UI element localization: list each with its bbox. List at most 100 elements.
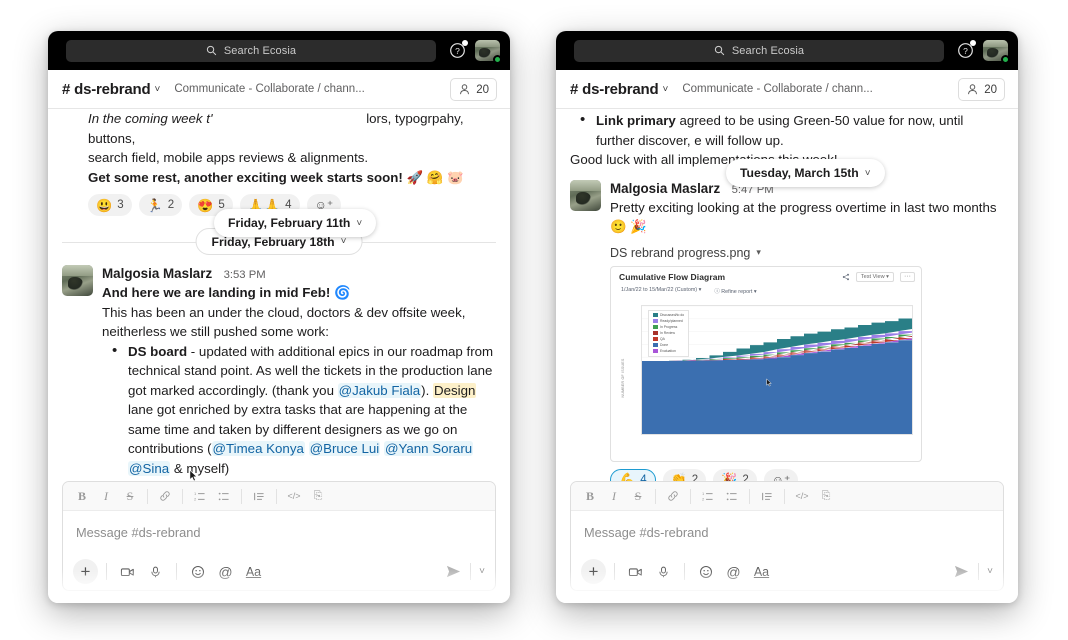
send-group: ˅ [445, 563, 485, 580]
mention-bruce-lui[interactable]: @Bruce Lui [308, 441, 381, 456]
ordered-list-button[interactable]: 12 [189, 486, 211, 507]
italic-button[interactable]: I [95, 486, 117, 507]
reaction-runner[interactable]: 🏃 2 [138, 194, 183, 216]
reaction-muscle[interactable]: 💪 4 [610, 468, 656, 481]
search-input[interactable]: Search Ecosia [66, 39, 436, 62]
highlight-design: Design [432, 382, 477, 398]
video-button[interactable] [623, 559, 648, 584]
help-circle-icon[interactable]: ? [957, 40, 976, 59]
channel-topic[interactable]: Communicate - Collaborate / chann... [682, 83, 872, 95]
mention-yann-soraru[interactable]: @Yann Soraru [383, 441, 474, 456]
blockquote-button[interactable] [756, 486, 778, 507]
add-reaction-button[interactable]: ☺⁺ [763, 468, 799, 481]
bold-button[interactable]: B [71, 486, 93, 507]
share-icon[interactable] [842, 273, 850, 281]
chart-date-filter[interactable]: 1/Jan/22 to 15/Mar/22 (Custom) ▾ [621, 287, 701, 295]
avatar[interactable] [62, 265, 93, 296]
message-headline: And here we are landing in mid Feb! 🌀 [102, 283, 496, 303]
user-avatar[interactable] [983, 40, 1010, 64]
message-pane-left[interactable]: In the coming week t' lors, typogrpahy, … [48, 109, 510, 481]
user-avatar[interactable] [475, 40, 502, 64]
file-attachment-name[interactable]: DS rebrand progress.png ▾ [610, 246, 1004, 260]
chevron-down-icon: ˅ [356, 217, 363, 229]
message-paragraph: This has been an under the cloud, doctor… [102, 304, 466, 340]
chevron-down-icon[interactable]: ˅ [154, 84, 160, 95]
composer-actions: + @ Aa ˅ [63, 553, 495, 590]
mention-jakub-fiala[interactable]: @Jakub Fiala [337, 382, 422, 398]
ordered-list-button[interactable]: 12 [697, 486, 719, 507]
emoji-button[interactable] [693, 559, 718, 584]
send-icon[interactable] [445, 564, 462, 579]
reaction-party[interactable]: 🎉 2 [713, 468, 757, 481]
code-block-button[interactable]: ⎘ [307, 486, 329, 507]
video-button[interactable] [115, 559, 140, 584]
blockquote-button[interactable] [248, 486, 270, 507]
chart-attachment-card[interactable]: Cumulative Flow Diagram Test View ▾ ··· … [610, 265, 922, 462]
chevron-down-icon[interactable]: ▾ [756, 247, 761, 258]
channel-name[interactable]: # ds-rebrand [570, 81, 659, 98]
formatting-button[interactable]: Aa [749, 559, 774, 584]
message-text-body: Pretty exciting looking at the progress … [610, 199, 997, 215]
message-pane-right[interactable]: Link primary agreed to be using Green-50… [556, 109, 1018, 481]
attach-plus-button[interactable]: + [581, 559, 606, 584]
send-icon[interactable] [953, 564, 970, 579]
toolbar-divider [241, 488, 242, 504]
message-author[interactable]: Malgosia Maslarz [102, 266, 212, 281]
bold-button[interactable]: B [579, 486, 601, 507]
strikethrough-button[interactable]: S [119, 486, 141, 507]
send-options-chevron-down-icon[interactable]: ˅ [987, 566, 993, 577]
code-block-button[interactable]: ⎘ [815, 486, 837, 507]
members-count-badge[interactable]: 20 [958, 78, 1005, 101]
link-button[interactable] [662, 486, 684, 507]
code-button[interactable]: </> [791, 486, 813, 507]
chart-refine-report[interactable]: ⓘ Refine report ▾ [714, 287, 756, 295]
chart-more-menu[interactable]: ··· [900, 271, 915, 282]
avatar[interactable] [570, 179, 601, 211]
send-options-chevron-down-icon[interactable]: ˅ [479, 566, 485, 577]
reaction-count: 2 [691, 473, 699, 482]
mention-timea-konya[interactable]: @Timea Konya [211, 441, 305, 456]
emoji-button[interactable] [185, 559, 210, 584]
message-author[interactable]: Malgosia Maslarz [610, 181, 720, 196]
chart-plot-area: Discussed/to do Ready/planned In Progress I… [641, 304, 913, 435]
message-composer[interactable]: B I S 12 </> ⎘ Message #ds-rebrand + @ A… [62, 481, 496, 591]
composer-wrap-right: B I S 12 </> ⎘ Message #ds-rebrand + @ A… [556, 481, 1018, 591]
top-bar-right-actions: ? [449, 31, 502, 70]
message-input[interactable]: Message #ds-rebrand [571, 511, 1003, 553]
message-input[interactable]: Message #ds-rebrand [63, 511, 495, 553]
sticky-date-pill-right[interactable]: Tuesday, March 15th ˅ [726, 159, 885, 187]
channel-name[interactable]: # ds-rebrand [62, 81, 151, 98]
attach-plus-button[interactable]: + [73, 559, 98, 584]
mention-button[interactable]: @ [213, 559, 238, 584]
notification-dot [970, 40, 976, 46]
sticky-date-pill-left[interactable]: Friday, February 11th ˅ [214, 209, 377, 237]
reaction-smile[interactable]: 😃 3 [88, 194, 132, 216]
strikethrough-button[interactable]: S [627, 486, 649, 507]
mention-sina[interactable]: @Sina [128, 460, 171, 476]
action-divider [614, 563, 615, 580]
chart-view-selector[interactable]: Test View ▾ [855, 271, 894, 282]
members-count-badge[interactable]: 20 [450, 78, 497, 101]
link-button[interactable] [154, 486, 176, 507]
bulleted-list-button[interactable] [213, 486, 235, 507]
chevron-down-icon[interactable]: ˅ [662, 84, 668, 95]
bulleted-list-button[interactable] [721, 486, 743, 507]
italic-button[interactable]: I [603, 486, 625, 507]
send-divider [470, 563, 472, 580]
audio-button[interactable] [143, 559, 168, 584]
message-bullet-list: DS board - updated with additional epics… [102, 341, 496, 481]
prev-message-line2: search field, mobile apps reviews & alig… [88, 150, 369, 165]
code-button[interactable]: </> [283, 486, 305, 507]
channel-topic[interactable]: Communicate - Collaborate / chann... [174, 83, 364, 95]
cumulative-flow-chart: NUMBER OF ISSUES Discussed/to do Ready/pl… [619, 303, 915, 453]
message-composer[interactable]: B I S 12 </> ⎘ Message #ds-rebrand + @ A… [570, 481, 1004, 591]
audio-button[interactable] [651, 559, 676, 584]
search-input[interactable]: Search Ecosia [574, 39, 944, 62]
prev-message-line3: Get some rest, another exciting week sta… [62, 168, 496, 188]
reaction-clap[interactable]: 👏 2 [662, 468, 707, 482]
help-circle-icon[interactable]: ? [449, 40, 468, 59]
mention-button[interactable]: @ [721, 559, 746, 584]
formatting-button[interactable]: Aa [241, 559, 266, 584]
sticky-date-label: Friday, February 11th [228, 216, 351, 230]
members-count: 20 [476, 83, 489, 96]
